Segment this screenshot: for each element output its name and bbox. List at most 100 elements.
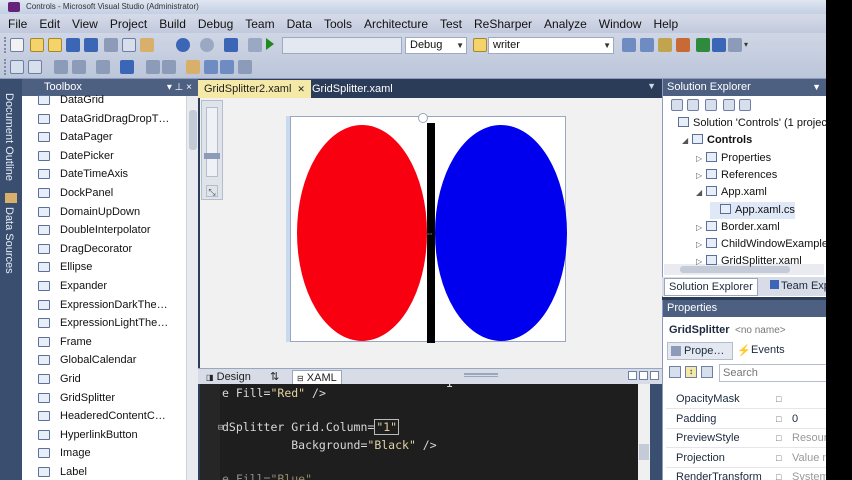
column-handle-icon[interactable]	[418, 113, 428, 123]
zoom-thumb[interactable]	[204, 153, 220, 159]
solution-tree-item[interactable]: ◢ App.xaml	[696, 184, 767, 201]
tab-xaml[interactable]: ⊟ XAML	[292, 370, 342, 385]
configuration-combo[interactable]: Debug ▼	[405, 37, 467, 54]
menu-resharper[interactable]: ReSharper	[468, 17, 538, 31]
start-page-icon[interactable]	[696, 38, 710, 52]
outdent-icon[interactable]	[72, 60, 86, 74]
pane-buttons[interactable]: ▾ ⊥ ×	[167, 79, 192, 96]
toolbox-item[interactable]: Expander	[22, 277, 170, 295]
toolbox-item[interactable]: DragDecorator	[22, 240, 170, 258]
property-row[interactable]: Projection □ Value n	[666, 449, 826, 468]
scrollbar-thumb[interactable]	[189, 110, 197, 150]
property-marker-icon[interactable]: □	[776, 410, 781, 429]
object-name[interactable]: <no name>	[735, 325, 786, 336]
toolbox-item[interactable]: DoubleInterpolator	[22, 221, 170, 239]
solution-tree-item[interactable]: ▷ ChildWindowExample.xa	[696, 236, 826, 253]
code-line[interactable]: dSplitter Grid.Column= "1"	[222, 419, 400, 435]
property-search-input[interactable]	[719, 364, 826, 382]
menu-data[interactable]: Data	[281, 17, 318, 31]
document-outline-tab[interactable]: Document Outline	[3, 93, 15, 181]
property-row[interactable]: OpacityMask □	[666, 390, 826, 409]
toolbox-item[interactable]: Grid	[22, 370, 170, 388]
menu-file[interactable]: File	[2, 17, 33, 31]
solution-platform-combo[interactable]	[282, 37, 402, 54]
bookmark-icon[interactable]	[186, 60, 200, 74]
solution-tree-item[interactable]: ▷ Properties	[696, 150, 771, 167]
property-row[interactable]: Padding □ 0	[666, 410, 826, 429]
editor-scrollbar[interactable]	[638, 384, 662, 480]
toolbar-grip[interactable]	[4, 37, 7, 53]
toolbox-item[interactable]: HyperlinkButton	[22, 426, 170, 444]
toolbox-item[interactable]: DockPanel	[22, 184, 170, 202]
extension-manager-icon[interactable]	[712, 38, 726, 52]
toolbox-item[interactable]: ExpressionLightThe…	[22, 314, 170, 332]
new-project-icon[interactable]	[10, 38, 24, 52]
format-document-icon[interactable]	[120, 60, 134, 74]
redo-icon[interactable]	[200, 38, 214, 52]
swap-panes-button[interactable]: ⇅	[266, 370, 283, 385]
menu-help[interactable]: Help	[647, 17, 684, 31]
options-icon[interactable]	[728, 38, 742, 52]
open-file-icon[interactable]	[48, 38, 62, 52]
toolbox-item[interactable]: Label	[22, 463, 170, 480]
object-browser-icon[interactable]	[658, 38, 672, 52]
toolbar-grip[interactable]	[4, 59, 7, 75]
toolbox-item[interactable]: DataGridDragDropT…	[22, 110, 170, 128]
chevron-down-icon[interactable]: ▼	[456, 38, 464, 53]
save-icon[interactable]	[66, 38, 80, 52]
paste-icon[interactable]	[140, 38, 154, 52]
expand-arrow-icon[interactable]: ▷	[696, 236, 706, 253]
menu-test[interactable]: Test	[434, 17, 468, 31]
toolbox-item[interactable]: GlobalCalendar	[22, 351, 170, 369]
toolbox-item[interactable]: HeaderedContentC…	[22, 407, 170, 425]
toolbox-scrollbar[interactable]	[186, 96, 198, 480]
solution-explorer-icon[interactable]	[622, 38, 636, 52]
collapse-arrow-icon[interactable]: ◢	[696, 184, 706, 201]
view-designer-icon[interactable]	[739, 99, 751, 111]
menu-project[interactable]: Project	[104, 17, 153, 31]
search-icon[interactable]	[701, 366, 713, 378]
menu-window[interactable]: Window	[593, 17, 648, 31]
expand-arrow-icon[interactable]: ▷	[696, 219, 706, 236]
toolbox-item[interactable]: Frame	[22, 333, 170, 351]
data-sources-tab[interactable]: Data Sources	[3, 207, 15, 274]
copy-icon[interactable]	[122, 38, 136, 52]
categorized-icon[interactable]	[669, 366, 681, 378]
properties-window-icon[interactable]	[640, 38, 654, 52]
refresh-icon[interactable]	[705, 99, 717, 111]
find-in-files-icon[interactable]	[473, 38, 487, 52]
alphabetical-icon[interactable]: ↕	[685, 366, 697, 378]
solution-tree-item[interactable]: Solution 'Controls' (1 project)	[668, 115, 826, 132]
menu-tools[interactable]: Tools	[318, 17, 358, 31]
tab-gridsplitter2-xaml[interactable]: GridSplitter2.xaml ✕	[198, 80, 311, 98]
expand-arrow-icon[interactable]: ▷	[696, 253, 706, 270]
scrollbar-thumb[interactable]	[639, 444, 649, 460]
code-line[interactable]: e Fill="Red" />	[222, 386, 326, 400]
expand-arrow-icon[interactable]: ▷	[696, 150, 706, 167]
toolbox-item[interactable]: DataGrid	[22, 91, 170, 109]
zoom-track[interactable]	[206, 107, 218, 177]
properties-tab[interactable]: Prope…	[667, 342, 733, 360]
toolbar-overflow-icon[interactable]: ▾	[744, 41, 752, 49]
toolbox-item[interactable]: DatePicker	[22, 147, 170, 165]
horizontal-split-icon[interactable]	[639, 371, 648, 380]
zoom-slider[interactable]: ⤡	[201, 100, 223, 200]
find-combo[interactable]: writer ▼	[488, 37, 614, 54]
align-left-icon[interactable]	[96, 60, 110, 74]
cut-icon[interactable]	[104, 38, 118, 52]
html-source-icon[interactable]	[10, 60, 24, 74]
toolbox-icon[interactable]	[676, 38, 690, 52]
toolbox-item[interactable]: Ellipse	[22, 258, 170, 276]
previous-bookmark-icon[interactable]	[220, 60, 234, 74]
properties-header[interactable]: Properties	[663, 300, 826, 317]
code-line[interactable]: e Fill="Blue"	[222, 472, 312, 480]
toolbox-item[interactable]: GridSplitter	[22, 389, 170, 407]
view-code-icon[interactable]	[723, 99, 735, 111]
navigate-forward-icon[interactable]	[248, 38, 262, 52]
xaml-editor[interactable]: e Fill="Red" /> ⊟ dSplitter Grid.Column=…	[200, 376, 638, 480]
toolbox-item[interactable]: ExpressionDarkThe…	[22, 296, 170, 314]
fit-to-screen-icon[interactable]: ⤡	[206, 185, 218, 197]
clear-bookmarks-icon[interactable]	[238, 60, 252, 74]
property-value[interactable]: Value n	[792, 449, 826, 468]
chevron-down-icon[interactable]: ▼	[647, 81, 656, 91]
